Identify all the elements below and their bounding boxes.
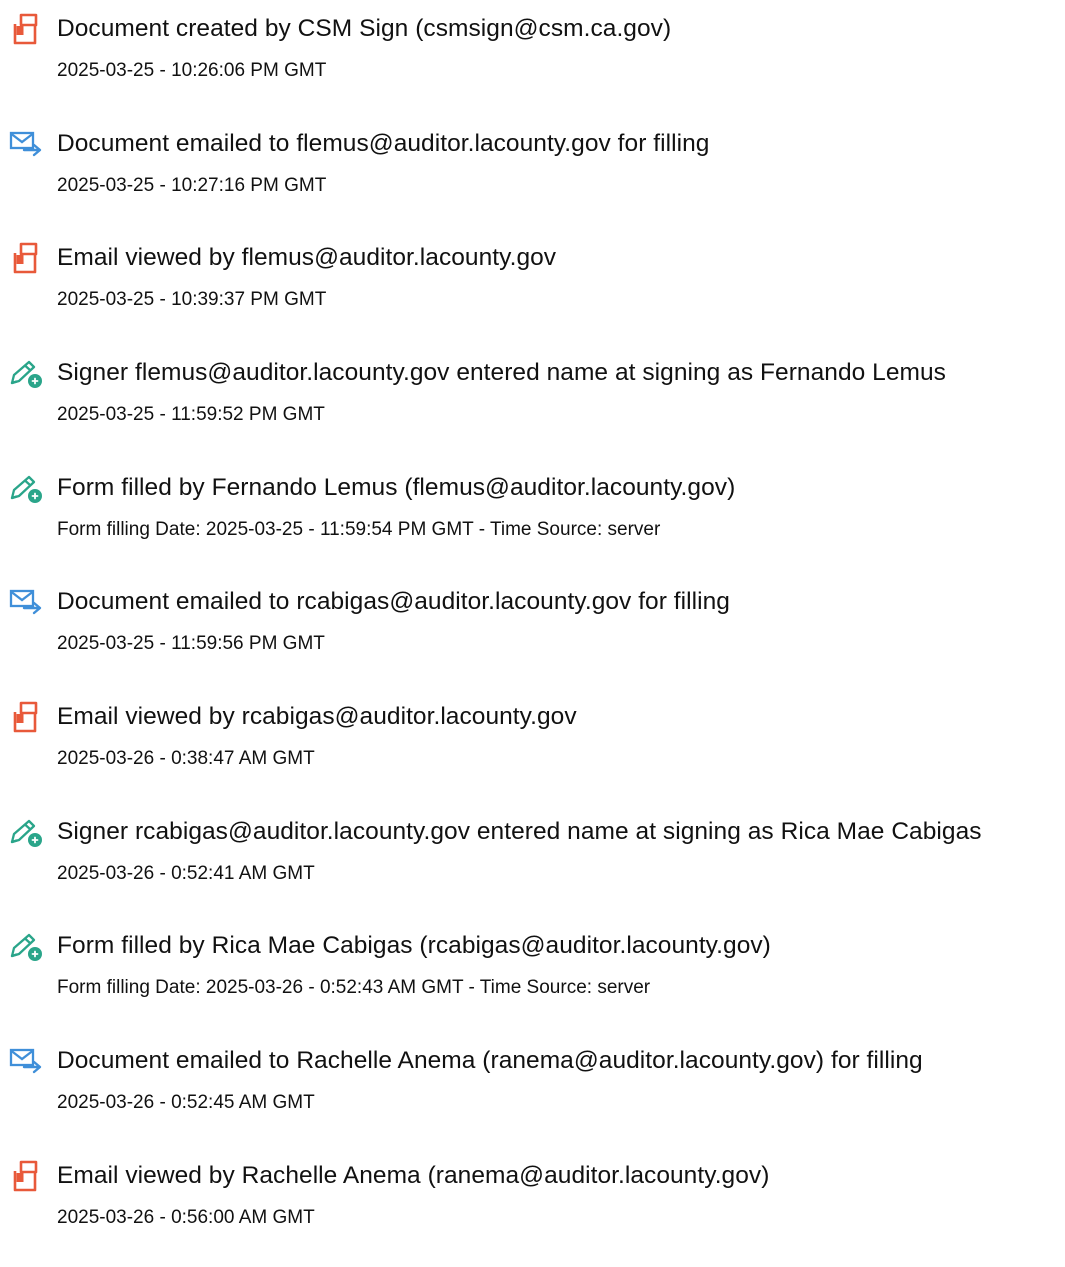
event-timestamp: 2025-03-25 - 11:59:52 PM GMT xyxy=(57,404,325,425)
event-timestamp: 2025-03-25 - 10:26:06 PM GMT xyxy=(57,60,327,81)
signature-pen-icon xyxy=(8,929,44,963)
event-timestamp: 2025-03-25 - 11:59:56 PM GMT xyxy=(57,633,325,654)
event-title: Document emailed to Rachelle Anema (rane… xyxy=(57,1047,923,1074)
event-title: Email viewed by flemus@auditor.lacounty.… xyxy=(57,244,557,271)
event-item: Signer flemus@auditor.lacounty.gov enter… xyxy=(0,350,1065,464)
event-timestamp: 2025-03-26 - 0:38:47 AM GMT xyxy=(57,748,315,769)
event-timestamp: 2025-03-25 - 10:27:16 PM GMT xyxy=(57,175,327,196)
event-item: Signer rcabigas@auditor.lacounty.gov ent… xyxy=(0,809,1065,923)
event-item: Document emailed to flemus@auditor.lacou… xyxy=(0,121,1065,235)
event-item: Document created by CSM Sign (csmsign@cs… xyxy=(0,6,1065,120)
signature-pen-icon xyxy=(8,356,44,390)
signature-pen-icon xyxy=(8,815,44,849)
email-sent-icon xyxy=(8,127,44,161)
event-title: Form filled by Fernando Lemus (flemus@au… xyxy=(57,474,736,501)
document-icon xyxy=(8,1159,44,1193)
event-title: Document emailed to rcabigas@auditor.lac… xyxy=(57,588,730,615)
event-timestamp: 2025-03-26 - 0:52:45 AM GMT xyxy=(57,1092,315,1113)
event-item: Email viewed by rcabigas@auditor.lacount… xyxy=(0,694,1065,808)
event-timestamp: 2025-03-25 - 10:39:37 PM GMT xyxy=(57,289,327,310)
event-item: Form filled by Rica Mae Cabigas (rcabiga… xyxy=(0,923,1065,1037)
event-item: Document emailed to Rachelle Anema (rane… xyxy=(0,1038,1065,1152)
event-title: Form filled by Rica Mae Cabigas (rcabiga… xyxy=(57,932,771,959)
event-timestamp: Form filling Date: 2025-03-25 - 11:59:54… xyxy=(57,519,661,540)
event-title: Signer flemus@auditor.lacounty.gov enter… xyxy=(57,359,946,386)
document-icon xyxy=(8,700,44,734)
event-timestamp: Form filling Date: 2025-03-26 - 0:52:43 … xyxy=(57,977,651,998)
event-title: Email viewed by Rachelle Anema (ranema@a… xyxy=(57,1162,770,1189)
signature-pen-icon xyxy=(8,471,44,505)
email-sent-icon xyxy=(8,1044,44,1078)
event-title: Signer rcabigas@auditor.lacounty.gov ent… xyxy=(57,818,982,845)
email-sent-icon xyxy=(8,585,44,619)
event-timestamp: 2025-03-26 - 0:56:00 AM GMT xyxy=(57,1207,315,1228)
document-icon xyxy=(8,12,44,46)
document-icon xyxy=(8,241,44,275)
event-item: Document emailed to rcabigas@auditor.lac… xyxy=(0,579,1065,693)
event-title: Document created by CSM Sign (csmsign@cs… xyxy=(57,15,672,42)
event-timestamp: 2025-03-26 - 0:52:41 AM GMT xyxy=(57,863,315,884)
event-item: Email viewed by Rachelle Anema (ranema@a… xyxy=(0,1153,1065,1267)
event-title: Email viewed by rcabigas@auditor.lacount… xyxy=(57,703,577,730)
event-item: Form filled by Fernando Lemus (flemus@au… xyxy=(0,465,1065,579)
event-title: Document emailed to flemus@auditor.lacou… xyxy=(57,130,710,157)
event-item: Email viewed by flemus@auditor.lacounty.… xyxy=(0,235,1065,349)
